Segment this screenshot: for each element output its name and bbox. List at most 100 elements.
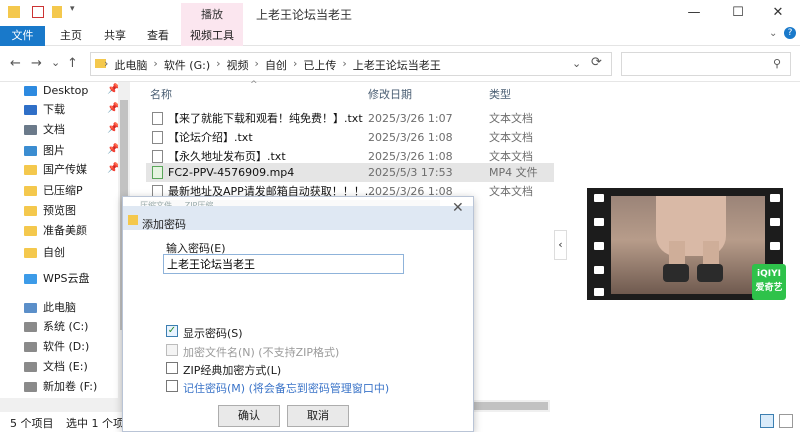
dialog-title: 添加密码 (142, 218, 186, 231)
file-row[interactable]: 【论坛介绍】.txt 2025/3/26 1:08 文本文档 (146, 128, 554, 147)
tab-video-tools[interactable]: 视频工具 (181, 26, 243, 46)
crumb-uploaded[interactable]: 已上传 (303, 57, 336, 73)
preview-collapse-button[interactable]: ‹ (554, 230, 567, 260)
file-date: 2025/3/26 1:08 (368, 131, 453, 144)
crumb-video[interactable]: 视频 (227, 57, 249, 73)
film-hole (770, 242, 780, 250)
file-row[interactable]: FC2-PPV-4576909.mp4 2025/5/3 17:53 MP4 文件 (146, 163, 554, 182)
sidebar-item-label: 文档 (43, 123, 65, 136)
remember-password-label[interactable]: 记住密码(M) (将会备忘到密码管理窗口中) (183, 380, 389, 396)
zip-classic-encryption-checkbox[interactable] (166, 362, 178, 374)
crumb-original[interactable]: 自创 (265, 57, 287, 73)
help-icon[interactable]: ? (784, 27, 796, 39)
archive-icon (128, 215, 138, 225)
quick-access-dropdown-icon[interactable]: ▾ (70, 4, 82, 16)
sidebar-item[interactable]: 此电脑 (24, 299, 76, 317)
video-frame (611, 196, 765, 294)
crumb-separator: › (342, 57, 347, 70)
dialog-close-button[interactable]: ✕ (452, 200, 464, 216)
address-dropdown-button[interactable]: ⌄ (572, 57, 581, 70)
forward-button[interactable]: → (31, 56, 42, 71)
folder-icon (24, 186, 37, 196)
crumb-current[interactable]: 上老王论坛当老王 (353, 57, 441, 73)
breadcrumb: › 此电脑 › 软件 (G:) › 视频 › 自创 › 已上传 › 上老王论坛当… (104, 57, 441, 73)
back-button[interactable]: ← (10, 56, 21, 71)
zip-classic-encryption-label[interactable]: ZIP经典加密方式(L) (183, 362, 281, 378)
film-hole (594, 288, 604, 296)
sidebar-horizontal-scrollbar[interactable] (0, 398, 130, 412)
tab-home[interactable]: 主页 (60, 26, 82, 46)
up-button[interactable]: ↑ (67, 56, 78, 71)
drive-icon (24, 362, 37, 372)
column-header-date[interactable]: 修改日期 (368, 86, 412, 102)
text-file-icon (152, 150, 163, 163)
new-folder-icon[interactable] (52, 6, 62, 18)
sidebar-item-label: 文档 (E:) (43, 360, 88, 373)
crumb-separator: › (254, 57, 259, 70)
ribbon-expand-icon[interactable]: ⌄ (769, 28, 777, 39)
sidebar-item[interactable]: 准备美颜 (24, 222, 87, 240)
tab-share[interactable]: 共享 (104, 26, 126, 46)
folder-icon (24, 226, 37, 236)
column-header-name[interactable]: 名称 (150, 86, 172, 102)
file-type: 文本文档 (489, 131, 533, 144)
properties-icon[interactable] (32, 6, 44, 18)
ok-button[interactable]: 确认 (218, 405, 280, 427)
sidebar-item[interactable]: 文档 (24, 121, 65, 139)
iqiyi-logo-bottom: 爱奇艺 (755, 283, 783, 293)
drive-icon (24, 322, 37, 332)
search-icon[interactable]: ⚲ (773, 57, 781, 70)
sidebar-item[interactable]: 文档 (E:) (24, 358, 88, 376)
sidebar-item-label: WPS云盘 (43, 272, 90, 285)
column-header-type[interactable]: 类型 (489, 86, 511, 102)
close-button[interactable]: ✕ (756, 2, 800, 24)
sidebar-item[interactable]: 图片 (24, 142, 65, 160)
password-input[interactable] (163, 254, 404, 274)
film-hole (594, 266, 604, 274)
drive-icon (24, 342, 37, 352)
show-password-label[interactable]: 显示密码(S) (183, 325, 243, 341)
sidebar-item-label: 软件 (D:) (43, 340, 90, 353)
sidebar-item[interactable]: 已压缩P (24, 182, 83, 200)
sidebar-item-label: 下载 (43, 103, 65, 116)
sidebar-item[interactable]: 系统 (C:) (24, 318, 88, 336)
tab-view[interactable]: 查看 (147, 26, 169, 46)
sidebar-item-label: 此电脑 (43, 301, 76, 314)
sidebar-item[interactable]: 自创 (24, 244, 65, 262)
file-type: 文本文档 (489, 185, 533, 198)
crumb-this-pc[interactable]: 此电脑 (114, 57, 147, 73)
search-input[interactable] (621, 52, 791, 76)
video-file-icon (152, 166, 163, 179)
file-row[interactable]: 【来了就能下载和观看！纯免费！】.txt 2025/3/26 1:07 文本文档 (146, 109, 554, 128)
sidebar-item[interactable]: 下载 (24, 101, 65, 119)
cancel-button[interactable]: 取消 (287, 405, 349, 427)
maximize-button[interactable]: ☐ (716, 2, 760, 24)
remember-password-checkbox[interactable] (166, 380, 178, 392)
window-title: 上老王论坛当老王 (256, 8, 353, 22)
sidebar-item[interactable]: 国产传媒 (24, 161, 87, 179)
large-icons-view-icon[interactable] (779, 414, 793, 428)
context-tab-play[interactable]: 播放 (181, 3, 243, 26)
sidebar-item[interactable]: 预览图 (24, 202, 76, 220)
crumb-separator: › (104, 57, 109, 70)
film-hole (770, 194, 780, 202)
crumb-separator: › (153, 57, 158, 70)
sidebar-item[interactable]: WPS云盘 (24, 270, 90, 288)
sidebar-item[interactable]: 软件 (D:) (24, 338, 89, 356)
tab-file[interactable]: 文件 (0, 26, 45, 46)
sidebar-item[interactable]: Desktop (24, 82, 88, 100)
details-view-icon[interactable] (760, 414, 774, 428)
folder-icon (24, 165, 37, 175)
refresh-button[interactable]: ⟳ (591, 55, 611, 70)
computer-icon (24, 303, 37, 313)
minimize-button[interactable]: — (672, 2, 716, 24)
folder-icon (24, 206, 37, 216)
show-password-checkbox[interactable]: ✓ (166, 325, 178, 337)
sidebar-item[interactable]: 新加卷 (F:) (24, 378, 97, 396)
encrypt-filenames-label: 加密文件名(N) (不支持ZIP格式) (183, 346, 340, 359)
pictures-icon (24, 146, 37, 156)
recent-locations-button[interactable]: ⌄ (51, 56, 60, 69)
crumb-drive-g[interactable]: 软件 (G:) (164, 57, 210, 73)
sidebar-item-label: Desktop (43, 84, 89, 97)
documents-icon (24, 125, 37, 135)
